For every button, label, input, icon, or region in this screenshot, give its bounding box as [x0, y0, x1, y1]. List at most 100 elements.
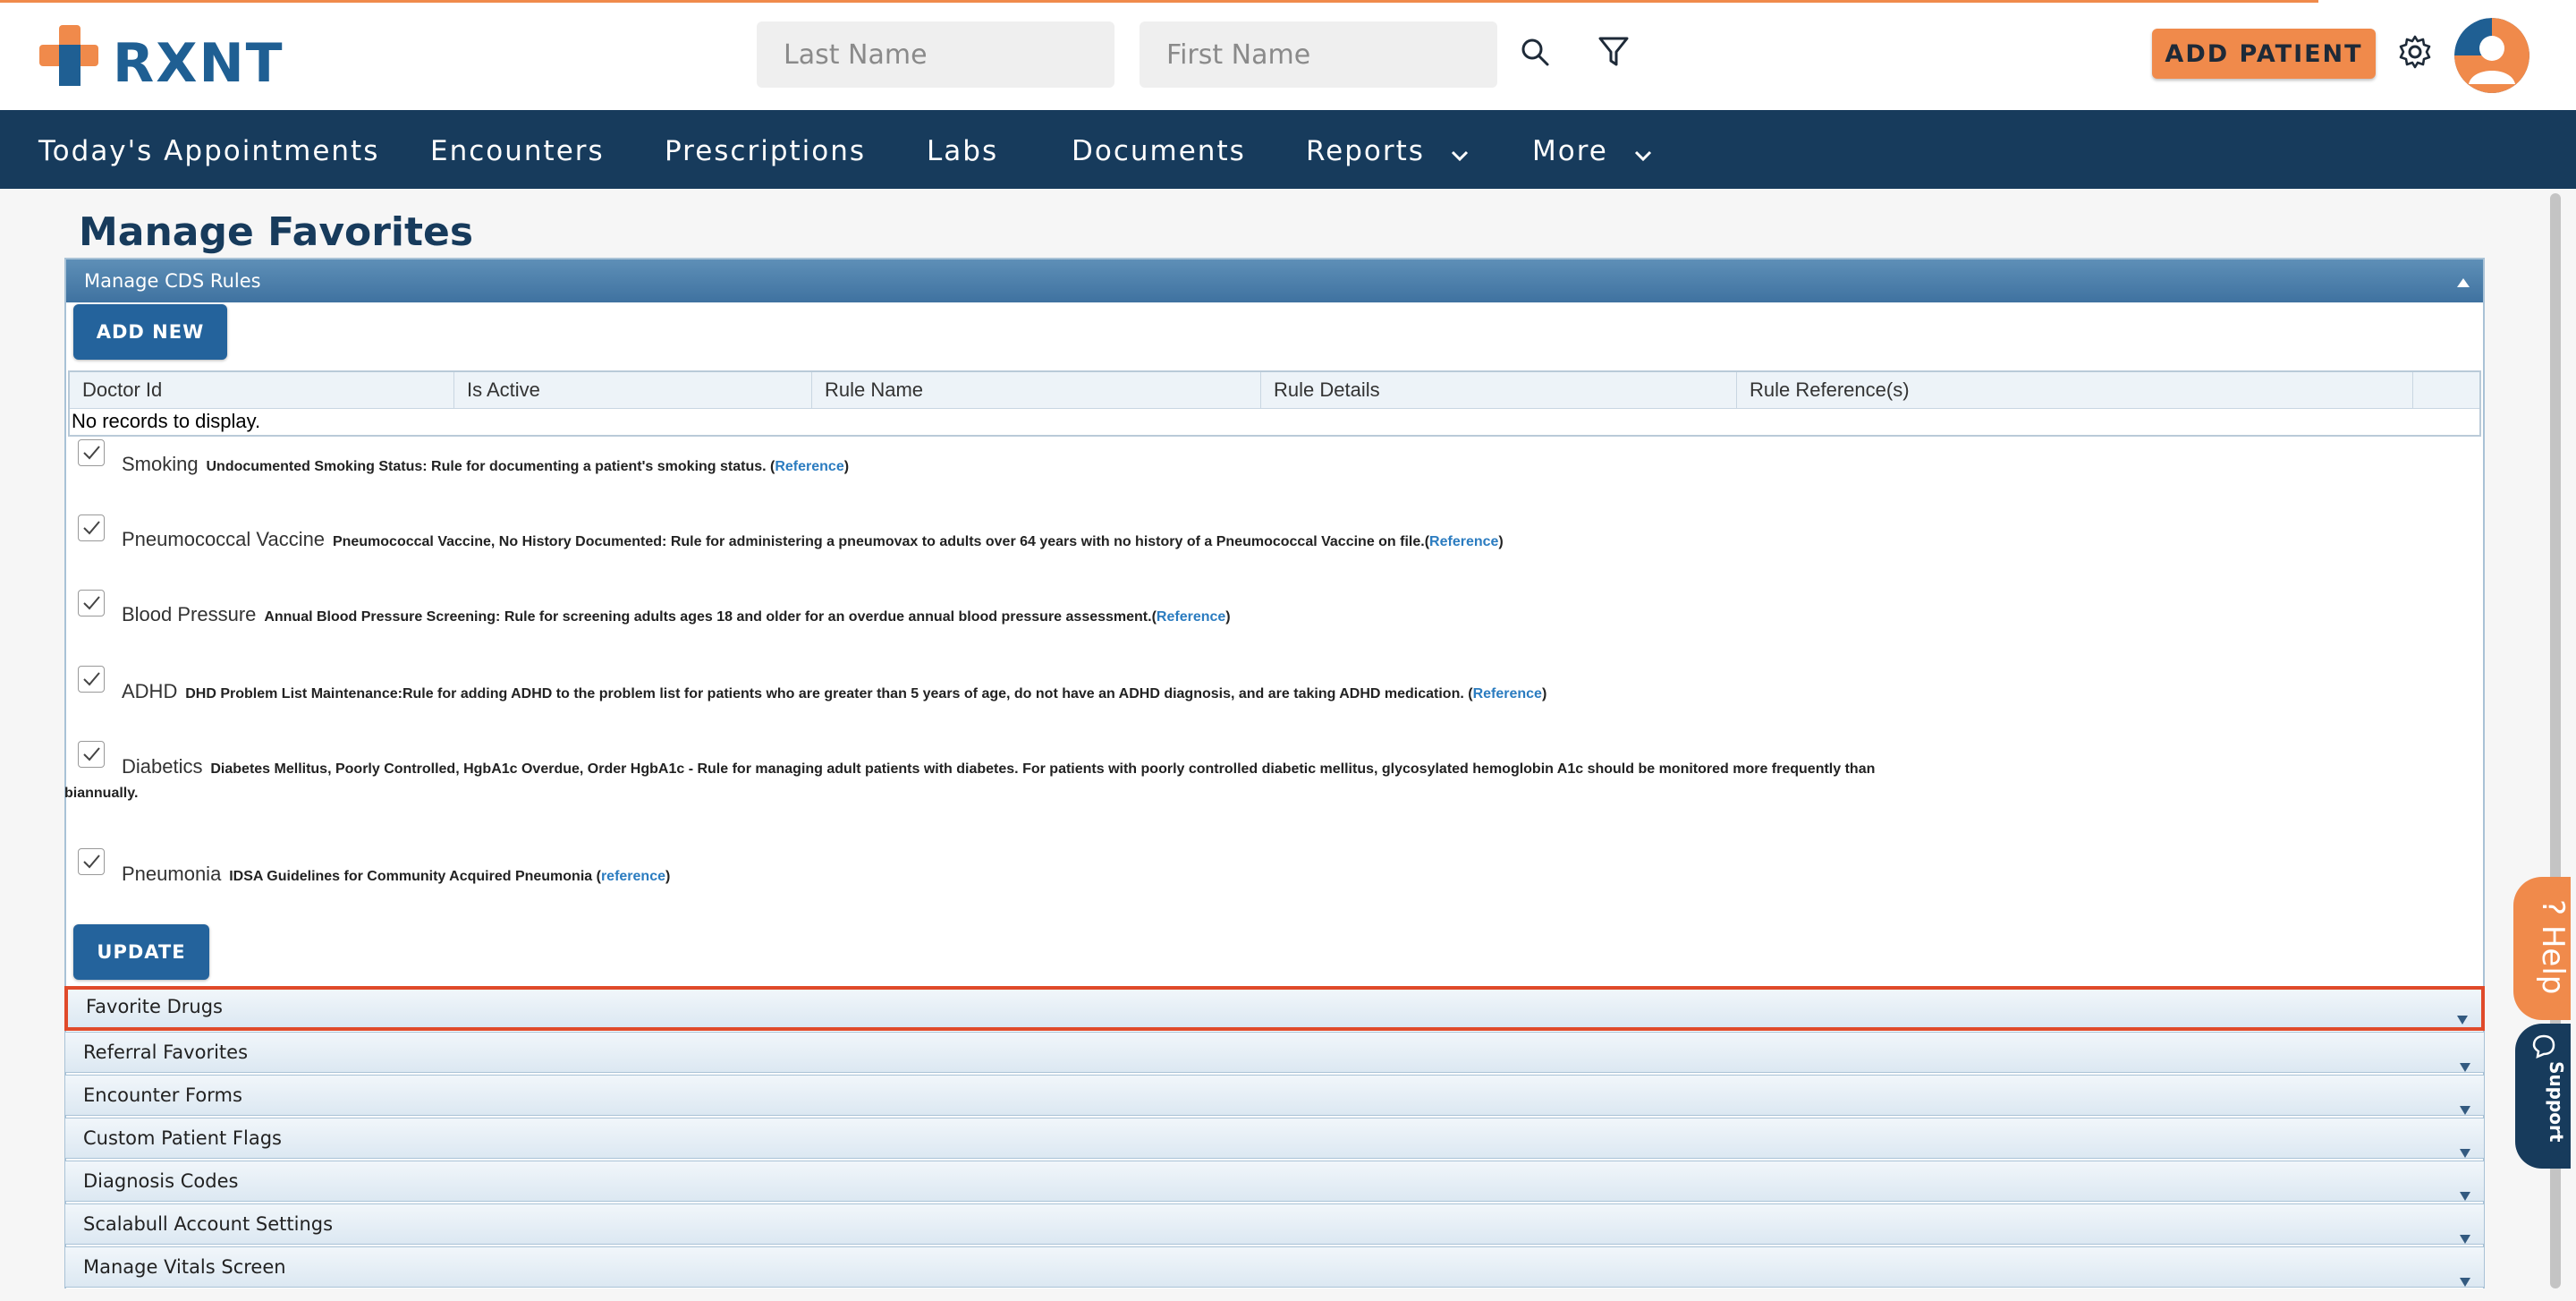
section-label: Encounter Forms: [83, 1084, 242, 1106]
section-diagnosis-codes[interactable]: Diagnosis Codes: [64, 1161, 2485, 1202]
rule-description: DHD Problem List Maintenance:Rule for ad…: [185, 686, 1473, 702]
rule-item-pneumococcal: Pneumococcal Vaccine Pneumococcal Vaccin…: [122, 528, 1504, 551]
rule-checkbox-pneumococcal[interactable]: [78, 514, 105, 541]
rule-reference-link[interactable]: Reference: [1157, 609, 1225, 625]
grid-empty-message: No records to display.: [72, 410, 261, 432]
filter-icon: [1598, 37, 1629, 66]
rule-description: Annual Blood Pressure Screening: Rule fo…: [264, 609, 1157, 625]
filter-button[interactable]: [1587, 25, 1640, 79]
rule-description: Pneumococcal Vaccine, No History Documen…: [332, 534, 1430, 549]
rule-checkbox-diabetics[interactable]: [78, 741, 105, 768]
rule-suffix: ): [843, 459, 850, 474]
cds-panel-title: Manage CDS Rules: [84, 270, 261, 292]
nav-encounters[interactable]: Encounters: [430, 135, 605, 167]
check-icon: [83, 747, 100, 761]
add-patient-button[interactable]: ADD PATIENT: [2152, 29, 2376, 79]
rule-checkbox-adhd[interactable]: [78, 666, 105, 693]
section-label: Referral Favorites: [83, 1042, 249, 1063]
rule-description: IDSA Guidelines for Community Acquired P…: [229, 869, 601, 884]
gear-icon: [2399, 35, 2431, 69]
rule-name: Pneumonia: [122, 863, 222, 885]
rule-name: Diabetics: [122, 755, 203, 778]
nav-todays-appointments[interactable]: Today's Appointments: [38, 135, 379, 167]
column-is-active[interactable]: Is Active: [454, 372, 812, 408]
user-avatar[interactable]: [2454, 18, 2529, 93]
section-scalabull-account-settings[interactable]: Scalabull Account Settings: [64, 1203, 2485, 1245]
nav-labs[interactable]: Labs: [927, 135, 998, 167]
nav-more[interactable]: More: [1532, 135, 1653, 169]
rule-item-pneumonia: Pneumonia IDSA Guidelines for Community …: [122, 863, 670, 886]
rule-item-smoking: Smoking Undocumented Smoking Status: Rul…: [122, 453, 849, 476]
section-favorite-drugs[interactable]: Favorite Drugs: [64, 986, 2485, 1031]
section-referral-favorites[interactable]: Referral Favorites: [64, 1032, 2485, 1073]
rule-suffix: ): [1498, 534, 1504, 549]
rule-checkbox-blood-pressure[interactable]: [78, 590, 105, 616]
rule-suffix: ): [1225, 609, 1231, 625]
nav-documents[interactable]: Documents: [1072, 135, 1246, 167]
section-label: Custom Patient Flags: [83, 1127, 282, 1149]
cds-panel-header[interactable]: Manage CDS Rules: [66, 259, 2483, 302]
check-icon: [83, 596, 100, 610]
update-button[interactable]: UPDATE: [73, 924, 209, 980]
cds-rules-grid: Doctor Id Is Active Rule Name Rule Detai…: [68, 370, 2481, 437]
check-icon: [83, 521, 100, 535]
section-label: Manage Vitals Screen: [83, 1256, 286, 1278]
column-rule-references[interactable]: Rule Reference(s): [1737, 372, 2413, 408]
nav-reports[interactable]: Reports: [1306, 135, 1470, 169]
column-rule-name[interactable]: Rule Name: [812, 372, 1261, 408]
rule-reference-link[interactable]: Reference: [775, 459, 843, 474]
rule-description: Diabetes Mellitus, Poorly Controlled, Hg…: [210, 761, 1876, 777]
logo-text: RXNT: [113, 32, 284, 95]
check-icon: [83, 446, 100, 460]
search-icon: [1521, 38, 1549, 66]
top-bar: RXNT ADD PATIENT: [0, 0, 2576, 110]
chevron-down-icon: [1633, 137, 1653, 169]
rule-name: Blood Pressure: [122, 603, 257, 625]
collapse-up-icon[interactable]: [2456, 272, 2470, 293]
rule-suffix: ): [665, 869, 671, 884]
settings-button[interactable]: [2388, 25, 2442, 79]
rule-reference-link[interactable]: reference: [601, 869, 665, 884]
page-title: Manage Favorites: [79, 209, 474, 255]
rule-description-continued: biannually.: [64, 786, 139, 801]
rule-checkbox-pneumonia[interactable]: [78, 848, 105, 875]
section-label: Favorite Drugs: [86, 996, 223, 1017]
rule-item-adhd: ADHD DHD Problem List Maintenance:Rule f…: [122, 680, 1546, 703]
nav-more-label: More: [1532, 135, 1608, 167]
rule-name: Pneumococcal Vaccine: [122, 528, 326, 550]
add-new-button[interactable]: ADD NEW: [73, 304, 227, 360]
last-name-input[interactable]: [757, 21, 1114, 88]
support-tab-label: Support: [2546, 1061, 2567, 1143]
section-custom-patient-flags[interactable]: Custom Patient Flags: [64, 1118, 2485, 1159]
avatar-icon: [2454, 18, 2529, 93]
search-button[interactable]: [1508, 25, 1562, 79]
rxnt-cross-icon: [39, 25, 98, 86]
rule-suffix: ): [1541, 686, 1547, 702]
help-tab-label: ? Help: [2535, 899, 2571, 995]
rule-name: ADHD: [122, 680, 178, 702]
first-name-input[interactable]: [1140, 21, 1497, 88]
nav-prescriptions[interactable]: Prescriptions: [665, 135, 866, 167]
chevron-down-icon: [1450, 137, 1470, 169]
section-label: Diagnosis Codes: [83, 1170, 239, 1192]
nav-reports-label: Reports: [1306, 135, 1425, 167]
rule-description: Undocumented Smoking Status: Rule for do…: [206, 459, 775, 474]
rule-reference-link[interactable]: Reference: [1473, 686, 1542, 702]
check-icon: [83, 855, 100, 869]
expand-down-icon: [2459, 1262, 2471, 1301]
section-manage-vitals-screen[interactable]: Manage Vitals Screen: [64, 1246, 2485, 1288]
chat-bubble-icon: [2532, 1034, 2555, 1059]
main-nav: Today's Appointments Encounters Prescrip…: [0, 110, 2576, 189]
rule-name: Smoking: [122, 453, 199, 475]
rule-reference-link[interactable]: Reference: [1429, 534, 1498, 549]
column-rule-details[interactable]: Rule Details: [1261, 372, 1737, 408]
loading-progress-line: [0, 0, 2318, 3]
rule-item-diabetics: Diabetics Diabetes Mellitus, Poorly Cont…: [122, 755, 1875, 778]
section-label: Scalabull Account Settings: [83, 1213, 334, 1235]
rule-checkbox-smoking[interactable]: [78, 439, 105, 466]
rule-item-blood-pressure: Blood Pressure Annual Blood Pressure Scr…: [122, 603, 1231, 626]
column-doctor-id[interactable]: Doctor Id: [70, 372, 454, 408]
check-icon: [83, 672, 100, 686]
grid-header: Doctor Id Is Active Rule Name Rule Detai…: [70, 372, 2479, 409]
section-encounter-forms[interactable]: Encounter Forms: [64, 1075, 2485, 1116]
